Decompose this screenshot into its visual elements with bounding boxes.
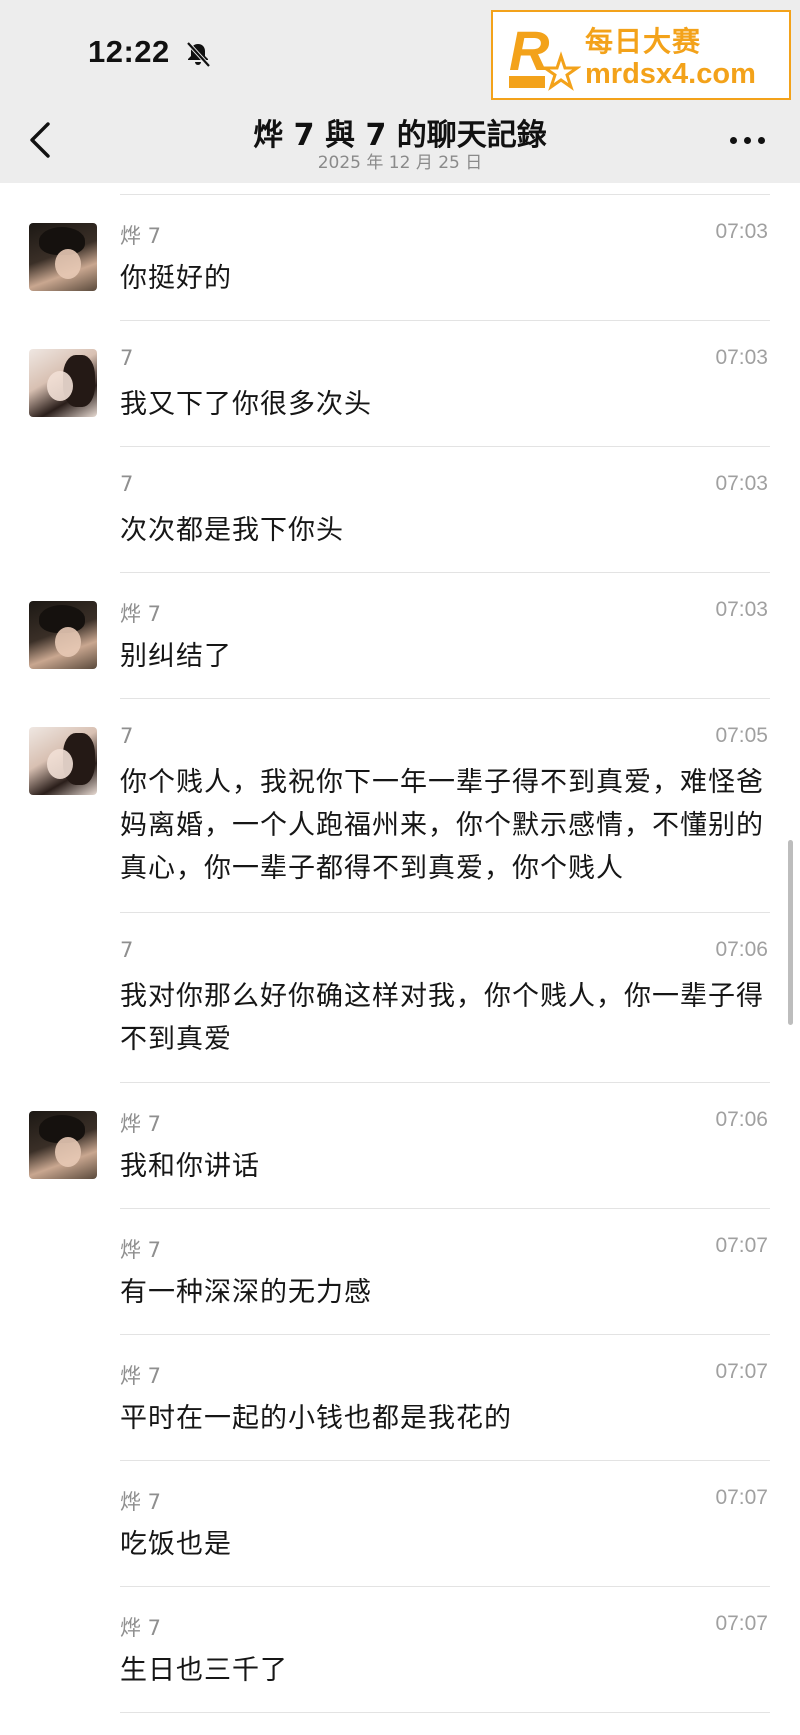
message-time: 07:07 [715,1234,768,1257]
message-text: 别纠结了 [120,641,232,672]
message-item[interactable]: 7 07:05 你个贱人，我祝你下一年一辈子得不到真爱，难怪爸妈离婚，一个人跑福州来… [0,699,800,913]
message-time: 07:03 [715,472,768,495]
message-text: 次次都是我下你头 [120,515,344,546]
brand-logo-icon: R [509,19,581,91]
watermark-badge: R 每日大赛 mrdsx4.com [491,10,791,100]
message-text: 平时在一起的小钱也都是我花的 [120,1403,512,1434]
message-sender: 烨 7 [120,602,162,626]
navigation-bar: 12:22 R 每日大赛 mrdsx4.com 烨 7 與 7 的聊天記錄 20… [0,0,800,183]
svg-text:R: R [509,19,550,82]
message-sender: 烨 7 [120,1238,162,1262]
more-options-icon[interactable] [726,128,770,152]
message-time: 07:07 [715,1486,768,1509]
message-time: 07:03 [715,346,768,369]
message-item[interactable]: 7 07:03 次次都是我下你头 [0,447,800,573]
message-time: 07:07 [715,1360,768,1383]
bell-off-icon [186,41,211,68]
message-time: 07:05 [715,724,768,747]
message-sender: 烨 7 [120,1364,162,1388]
message-text: 生日也三千了 [120,1655,288,1686]
watermark-url: mrdsx4.com [585,58,756,90]
watermark-cn: 每日大赛 [585,25,702,58]
page-subtitle-date: 2025 年 12 月 25 日 [317,153,483,173]
divider [120,1712,770,1713]
avatar[interactable] [29,601,97,669]
message-sender: 7 [120,346,134,370]
avatar[interactable] [29,223,97,291]
message-sender: 7 [120,938,134,962]
avatar[interactable] [29,1111,97,1179]
message-sender: 烨 7 [120,1616,162,1640]
message-text: 我又下了你很多次头 [120,389,372,420]
status-time: 12:22 [88,34,170,69]
message-time: 07:03 [715,598,768,621]
message-item[interactable]: 7 07:06 我对你那么好你确这样对我，你个贱人，你一辈子得不到真爱 [0,913,800,1083]
message-sender: 烨 7 [120,1490,162,1514]
avatar[interactable] [29,349,97,417]
message-item[interactable]: 烨 7 07:07 吃饭也是 [0,1461,800,1587]
message-item[interactable]: 烨 7 07:07 平时在一起的小钱也都是我花的 [0,1335,800,1461]
message-item[interactable]: 烨 7 07:07 有一种深深的无力感 [0,1209,800,1335]
message-sender: 烨 7 [120,224,162,248]
message-text: 你挺好的 [120,263,232,294]
message-text: 我和你讲话 [120,1151,260,1182]
message-sender: 烨 7 [120,1112,162,1136]
message-time: 07:06 [715,938,768,961]
message-time: 07:03 [715,220,768,243]
message-item[interactable]: 烨 7 07:03 你挺好的 [0,195,800,321]
message-item[interactable]: 7 07:03 我又下了你很多次头 [0,321,800,447]
message-text: 我对你那么好你确这样对我，你个贱人，你一辈子得不到真爱 [120,981,764,1055]
message-time: 07:07 [715,1612,768,1635]
scrollbar[interactable] [788,840,793,1025]
avatar[interactable] [29,727,97,795]
message-time: 07:06 [715,1108,768,1131]
message-text: 吃饭也是 [120,1529,232,1560]
message-sender: 7 [120,472,134,496]
message-sender: 7 [120,724,134,748]
message-text: 你个贱人，我祝你下一年一辈子得不到真爱，难怪爸妈离婚，一个人跑福州来，你个默示感… [120,767,764,884]
message-item[interactable]: 烨 7 07:03 别纠结了 [0,573,800,699]
message-item[interactable]: 烨 7 07:07 生日也三千了 [0,1587,800,1713]
message-list: 烨 7 07:03 你挺好的 7 07:03 我又下了你很多次头 7 07:03 次次都是我下你… [0,195,800,1713]
message-item[interactable]: 烨 7 07:06 我和你讲话 [0,1083,800,1209]
message-text: 有一种深深的无力感 [120,1277,372,1308]
